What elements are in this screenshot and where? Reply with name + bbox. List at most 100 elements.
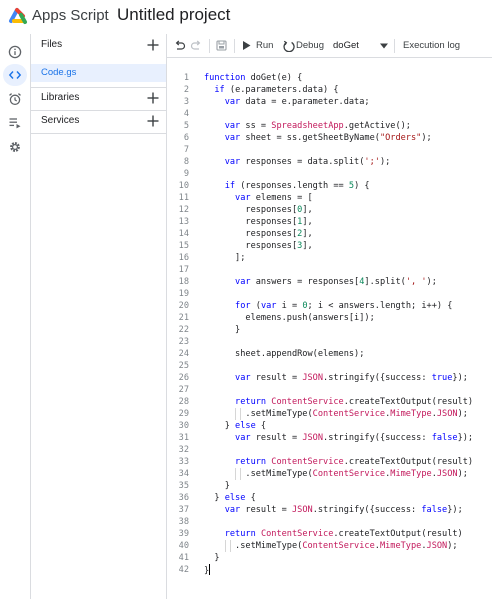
code-line[interactable]: 20 for (var i = 0; i < answers.length; i…	[167, 300, 492, 312]
code-line[interactable]: 11 var elemens = [	[167, 192, 492, 204]
files-panel: Files Code.gs Libraries Services	[31, 34, 167, 599]
line-number: 33	[178, 457, 189, 467]
line-number: 42	[178, 565, 189, 575]
code-line[interactable]: 19	[167, 288, 492, 300]
undo-icon[interactable]	[173, 39, 186, 52]
code-line[interactable]: 25	[167, 360, 492, 372]
line-number: 32	[178, 445, 189, 455]
code-line[interactable]: 34 .setMimeType(ContentService.MimeType.…	[167, 468, 492, 480]
line-number: 22	[178, 325, 189, 335]
line-number: 39	[178, 529, 189, 539]
code-line[interactable]: 27	[167, 384, 492, 396]
file-item-code-gs[interactable]: Code.gs	[31, 64, 166, 82]
code-text: responses[0],	[204, 205, 313, 215]
project-title[interactable]: Untitled project	[117, 5, 230, 25]
code-line[interactable]: 24 sheet.appendRow(elemens);	[167, 348, 492, 360]
code-line[interactable]: 35 }	[167, 480, 492, 492]
add-file-icon[interactable]	[146, 38, 160, 52]
gear-icon	[10, 142, 20, 152]
code-line[interactable]: 37 var result = JSON.stringify({success:…	[167, 504, 492, 516]
code-line[interactable]: 29 .setMimeType(ContentService.MimeType.…	[167, 408, 492, 420]
code-line[interactable]: 12 responses[0],	[167, 204, 492, 216]
code-line[interactable]: 8 var responses = data.split(';');	[167, 156, 492, 168]
code-line[interactable]: 14 responses[2],	[167, 228, 492, 240]
overview-button[interactable]	[3, 41, 27, 63]
editor-button[interactable]	[3, 64, 27, 86]
code-line[interactable]: 38	[167, 516, 492, 528]
execution-log-button[interactable]: Execution log	[403, 40, 460, 51]
code-line[interactable]: 16 ];	[167, 252, 492, 264]
code-text: function doGet(e) {	[204, 73, 303, 83]
code-line[interactable]: 4	[167, 108, 492, 120]
line-number: 25	[178, 361, 189, 371]
files-header: Files	[31, 34, 166, 58]
line-number: 2	[183, 85, 189, 95]
run-icon[interactable]	[240, 39, 253, 52]
line-number: 40	[178, 541, 189, 551]
code-line[interactable]: 9	[167, 168, 492, 180]
code-line[interactable]: 26 var result = JSON.stringify({success:…	[167, 372, 492, 384]
line-number: 21	[178, 313, 189, 323]
code-text: return ContentService.createTextOutput(r…	[224, 529, 463, 539]
code-line[interactable]: 36 } else {	[167, 492, 492, 504]
code-line[interactable]: 23	[167, 336, 492, 348]
code-line[interactable]: 42}	[167, 564, 492, 576]
code-text: }	[204, 553, 220, 563]
code-line[interactable]: 15 responses[3],	[167, 240, 492, 252]
code-text: var ss = SpreadsheetApp.getActive();	[224, 121, 411, 131]
line-number: 5	[183, 121, 189, 131]
line-number: 1	[183, 73, 189, 83]
line-number: 20	[178, 301, 189, 311]
code-line[interactable]: 3 var data = e.parameter.data;	[167, 96, 492, 108]
code-line[interactable]: 1 function doGet(e) {	[167, 72, 492, 84]
libraries-header[interactable]: Libraries	[31, 87, 166, 111]
code-line[interactable]: 40 .setMimeType(ContentService.MimeType.…	[167, 540, 492, 552]
code-line[interactable]: 28 return ContentService.createTextOutpu…	[167, 396, 492, 408]
code-line[interactable]: 39 return ContentService.createTextOutpu…	[167, 528, 492, 540]
line-number: 41	[178, 553, 189, 563]
debug-icon[interactable]	[282, 39, 295, 52]
toolbar-separator	[394, 39, 395, 53]
code-editor[interactable]: 1 function doGet(e) {2 if (e.parameters.d…	[167, 58, 492, 599]
code-line[interactable]: 6 var sheet = ss.getSheetByName("Orders"…	[167, 132, 492, 144]
add-service-icon[interactable]	[146, 114, 160, 128]
apps-script-logo[interactable]	[8, 6, 28, 26]
app-header: Apps Script Untitled project	[0, 0, 492, 34]
code-line[interactable]: 22 }	[167, 324, 492, 336]
redo-icon[interactable]	[190, 39, 203, 52]
function-select[interactable]: doGet	[332, 36, 388, 55]
code-line[interactable]: 30 } else {	[167, 420, 492, 432]
line-number: 34	[178, 469, 189, 479]
code-line[interactable]: 2 if (e.parameters.data) {	[167, 84, 492, 96]
code-text: responses[1],	[204, 217, 313, 227]
line-number: 11	[178, 193, 189, 203]
line-number: 12	[178, 205, 189, 215]
run-button[interactable]: Run	[256, 40, 273, 51]
services-header[interactable]: Services	[31, 110, 166, 134]
code-line[interactable]: 13 responses[1],	[167, 216, 492, 228]
code-text: var responses = data.split(';');	[224, 157, 391, 167]
settings-button[interactable]	[3, 136, 27, 158]
code-line[interactable]: 32	[167, 444, 492, 456]
code-line[interactable]: 10 if (responses.length == 5) {	[167, 180, 492, 192]
code-text: } else {	[204, 493, 256, 503]
debug-button[interactable]: Debug	[296, 40, 324, 51]
code-line[interactable]: 5 var ss = SpreadsheetApp.getActive();	[167, 120, 492, 132]
code-line[interactable]: 33 return ContentService.createTextOutpu…	[167, 456, 492, 468]
file-item-label: Code.gs	[41, 67, 77, 78]
add-library-icon[interactable]	[146, 91, 160, 105]
triggers-button[interactable]	[3, 88, 27, 110]
code-line[interactable]: 17	[167, 264, 492, 276]
code-line[interactable]: 31 var result = JSON.stringify({success:…	[167, 432, 492, 444]
code-text: }	[204, 325, 241, 335]
function-select-value: doGet	[333, 40, 359, 51]
code-text: var result = JSON.stringify({success: tr…	[235, 373, 468, 383]
line-number: 37	[178, 505, 189, 515]
code-line[interactable]: 41 }	[167, 552, 492, 564]
code-line[interactable]: 21 elemens.push(answers[i]);	[167, 312, 492, 324]
save-icon[interactable]	[215, 39, 228, 52]
code-line[interactable]: 7	[167, 144, 492, 156]
code-line[interactable]: 18 var answers = responses[4].split(', '…	[167, 276, 492, 288]
code-text: .setMimeType(ContentService.MimeType.JSO…	[204, 469, 468, 479]
executions-button[interactable]	[3, 112, 27, 134]
